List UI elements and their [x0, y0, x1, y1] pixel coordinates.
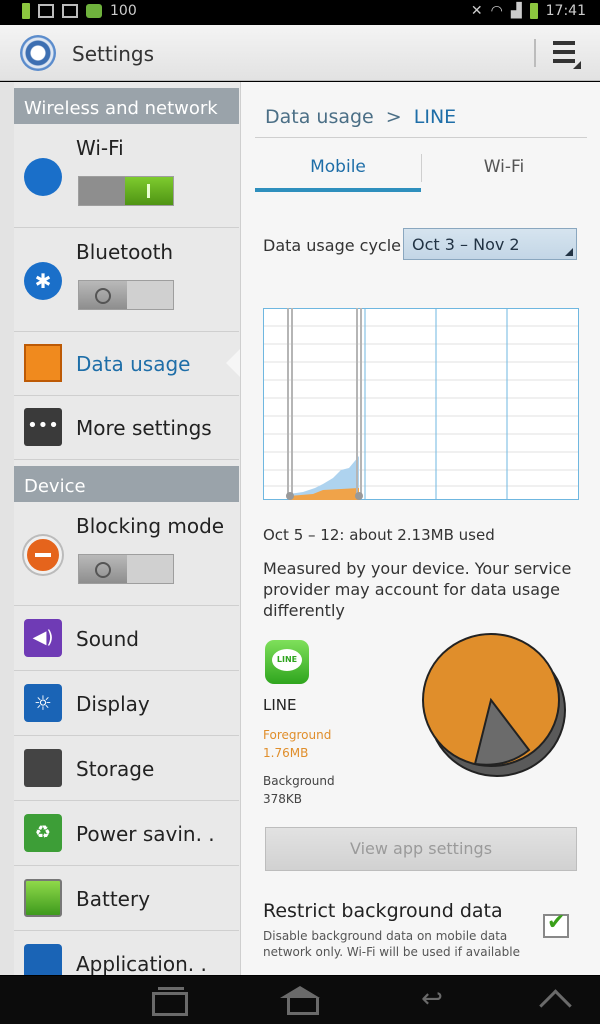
sidebar-item-label: Display	[76, 692, 150, 716]
wifi-icon	[24, 158, 62, 196]
settings-sidebar: Wireless and network Wi-Fi ✱ Bluetooth D…	[0, 82, 240, 975]
action-bar-title: Settings	[72, 42, 155, 66]
sidebar-item-power-saving[interactable]: ♻ Power savin. .	[14, 801, 239, 866]
dropdown-arrow-icon	[565, 248, 573, 256]
checkmark-icon: ✔	[547, 910, 566, 935]
sidebar-item-label: Storage	[76, 757, 155, 781]
battery-charging-icon	[22, 3, 30, 19]
settings-gear-icon[interactable]	[20, 35, 56, 71]
bluetooth-icon: ✱	[24, 262, 62, 300]
breadcrumb-divider	[255, 137, 587, 138]
action-bar-divider	[534, 39, 536, 67]
sidebar-item-blocking-mode[interactable]: Blocking mode	[14, 502, 239, 606]
sidebar-item-label: Data usage	[76, 352, 191, 376]
home-icon[interactable]	[278, 986, 322, 1015]
more-icon: •••	[24, 408, 62, 446]
gallery-icon	[62, 4, 78, 18]
section-header-device: Device	[14, 466, 239, 502]
navigation-bar: ↩	[0, 976, 600, 1024]
power-saving-icon: ♻	[24, 814, 62, 852]
breadcrumb-parent[interactable]: Data usage	[265, 106, 374, 128]
data-usage-icon	[24, 344, 62, 382]
back-icon[interactable]: ↩	[410, 986, 454, 1014]
breadcrumb-separator: >	[385, 106, 402, 128]
tab-wifi[interactable]: Wi-Fi	[421, 144, 587, 192]
sidebar-item-label: Sound	[76, 627, 139, 651]
restrict-background-title: Restrict background data	[263, 900, 503, 922]
menu-icon[interactable]	[553, 41, 581, 69]
range-end-handle	[355, 492, 363, 500]
sidebar-item-sound[interactable]: ◀) Sound	[14, 606, 239, 671]
sidebar-item-label: Application. .	[76, 952, 207, 975]
app-name: LINE	[263, 696, 297, 714]
usage-chart[interactable]	[263, 308, 579, 500]
cycle-label: Data usage cycle	[263, 236, 402, 255]
cycle-value: Oct 3 – Nov 2	[412, 235, 520, 254]
active-item-indicator	[226, 349, 240, 377]
blocking-mode-icon	[24, 536, 62, 574]
line-app-icon: LINE	[265, 640, 309, 684]
bluetooth-toggle[interactable]	[78, 280, 174, 310]
usage-summary: Oct 5 – 12: about 2.13MB used	[263, 526, 495, 544]
up-icon[interactable]	[538, 986, 582, 1014]
blocking-mode-toggle[interactable]	[78, 554, 174, 584]
sidebar-item-label: More settings	[76, 416, 212, 440]
sidebar-item-storage[interactable]: Storage	[14, 736, 239, 801]
sidebar-item-data-usage[interactable]: Data usage	[14, 332, 239, 396]
sidebar-item-display[interactable]: ☼ Display	[14, 671, 239, 736]
usage-pie-chart	[422, 633, 566, 777]
sidebar-item-application[interactable]: Application. .	[14, 931, 239, 975]
tab-mobile[interactable]: Mobile	[255, 144, 421, 192]
sidebar-item-label: Wi-Fi	[76, 136, 124, 160]
section-header-wireless: Wireless and network	[14, 88, 239, 124]
background-value: 378KB	[263, 792, 303, 806]
sidebar-item-battery[interactable]: Battery	[14, 866, 239, 931]
battery-icon	[529, 3, 538, 19]
action-bar: Settings	[0, 25, 600, 81]
sound-icon: ◀)	[24, 619, 62, 657]
breadcrumb-current: LINE	[413, 106, 457, 128]
restrict-background-description: Disable background data on mobile data n…	[263, 929, 520, 959]
sidebar-item-label: Blocking mode	[76, 514, 225, 538]
clock: 17:41	[545, 3, 586, 19]
wifi-icon: ◠	[490, 3, 503, 19]
restrict-background-checkbox[interactable]: ✔	[543, 910, 569, 938]
sidebar-item-label: Bluetooth	[76, 240, 174, 264]
view-app-settings-button[interactable]: View app settings	[265, 827, 577, 871]
background-label: Background	[263, 774, 335, 788]
battery-icon	[24, 879, 62, 917]
usb-icon	[38, 4, 54, 18]
signal-icon: ▟	[510, 3, 522, 19]
display-icon: ☼	[24, 684, 62, 722]
detail-panel: Data usage > LINE Mobile Wi-Fi Data usag…	[240, 82, 600, 975]
line-notification-icon	[86, 4, 102, 18]
recent-apps-icon[interactable]	[146, 986, 190, 1016]
sidebar-item-more-settings[interactable]: ••• More settings	[14, 396, 239, 460]
foreground-value: 1.76MB	[263, 746, 309, 760]
storage-icon	[24, 749, 62, 787]
sidebar-item-label: Battery	[76, 887, 151, 911]
application-icon	[24, 944, 62, 975]
measured-note: Measured by your device. Your service pr…	[263, 559, 572, 620]
sidebar-item-bluetooth[interactable]: ✱ Bluetooth	[14, 228, 239, 332]
breadcrumb: Data usage > LINE	[265, 106, 456, 128]
sidebar-item-wifi[interactable]: Wi-Fi	[14, 124, 239, 228]
battery-level: 100	[110, 3, 137, 19]
mute-icon: ✕	[470, 3, 483, 19]
cycle-dropdown[interactable]: Oct 3 – Nov 2	[403, 228, 577, 260]
range-start-handle	[286, 492, 294, 500]
foreground-label: Foreground	[263, 728, 332, 742]
status-bar: 100 ✕ ◠ ▟ 17:41	[0, 0, 600, 25]
sidebar-item-label: Power savin. .	[76, 822, 215, 846]
wifi-toggle[interactable]	[78, 176, 174, 206]
network-tabs: Mobile Wi-Fi	[255, 144, 587, 194]
